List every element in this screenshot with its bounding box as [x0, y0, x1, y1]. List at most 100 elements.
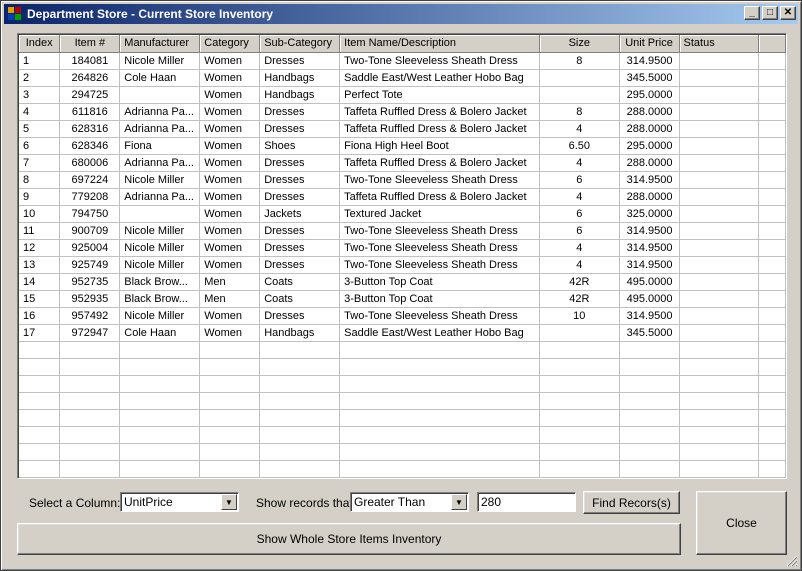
table-cell[interactable]: 314.9500 [619, 171, 680, 189]
table-cell[interactable]: 8 [539, 103, 620, 121]
column-header[interactable]: Category [199, 35, 261, 53]
table-cell[interactable]: Saddle East/West Leather Hobo Bag [339, 69, 541, 87]
table-cell[interactable] [758, 222, 786, 240]
table-row[interactable]: 17 972947 Cole Haan Women Handbags Saddle Eas… [19, 324, 786, 342]
table-cell[interactable]: 10 [539, 307, 620, 325]
table-cell[interactable]: 295.0000 [619, 137, 680, 155]
table-cell[interactable]: 10 [19, 205, 61, 223]
table-cell[interactable]: Women [199, 188, 261, 206]
operator-select[interactable]: Greater Than ▼ [350, 492, 469, 512]
column-header[interactable]: Sub-Category [259, 35, 341, 53]
table-cell[interactable]: 495.0000 [619, 273, 680, 291]
table-cell[interactable]: 495.0000 [619, 290, 680, 308]
table-row[interactable]: 15 952935 Black Brow... Men Coats 3-Button To… [19, 290, 786, 308]
table-cell[interactable] [679, 171, 760, 189]
table-cell[interactable]: Two-Tone Sleeveless Sheath Dress [339, 239, 541, 257]
table-cell[interactable]: 345.5000 [619, 69, 680, 87]
table-cell[interactable]: 42R [539, 273, 620, 291]
table-cell[interactable]: Women [199, 137, 261, 155]
table-cell[interactable]: Women [199, 307, 261, 325]
table-row[interactable]: 11 900709 Nicole Miller Women Dresses Two-Ton… [19, 222, 786, 240]
table-cell[interactable]: 295.0000 [619, 86, 680, 104]
table-row[interactable]: 9 779208 Adrianna Pa... Women Dresses Taffeta… [19, 188, 786, 206]
table-cell[interactable] [758, 290, 786, 308]
table-cell[interactable]: Taffeta Ruffled Dress & Bolero Jacket [339, 154, 541, 172]
table-cell[interactable]: 6 [539, 222, 620, 240]
table-cell[interactable]: Coats [259, 273, 341, 291]
table-cell[interactable] [539, 69, 620, 87]
table-row[interactable]: 2 264826 Cole Haan Women Handbags Saddle East… [19, 69, 786, 87]
table-cell[interactable]: Dresses [259, 52, 341, 70]
resize-grip-icon[interactable] [786, 555, 798, 567]
table-cell[interactable] [758, 120, 786, 138]
table-cell[interactable]: Dresses [259, 222, 341, 240]
table-cell[interactable]: Nicole Miller [119, 52, 201, 70]
table-cell[interactable]: Nicole Miller [119, 171, 201, 189]
table-cell[interactable]: 184081 [59, 52, 121, 70]
table-cell[interactable]: Women [199, 205, 261, 223]
table-cell[interactable]: 4 [19, 103, 61, 121]
table-cell[interactable]: 325.0000 [619, 205, 680, 223]
table-cell[interactable]: 12 [19, 239, 61, 257]
table-cell[interactable]: Adrianna Pa... [119, 120, 201, 138]
table-row[interactable]: 8 697224 Nicole Miller Women Dresses Two-Tone… [19, 171, 786, 189]
table-cell[interactable]: 794750 [59, 205, 121, 223]
table-cell[interactable]: Men [199, 273, 261, 291]
table-row[interactable]: 6 628346 Fiona Women Shoes Fiona High Heel Bo… [19, 137, 786, 155]
table-cell[interactable]: 8 [19, 171, 61, 189]
table-row[interactable]: 12 925004 Nicole Miller Women Dresses Two-Ton… [19, 239, 786, 257]
table-cell[interactable]: 779208 [59, 188, 121, 206]
table-cell[interactable]: 4 [539, 188, 620, 206]
column-header[interactable]: Status [679, 35, 760, 53]
table-cell[interactable]: Women [199, 239, 261, 257]
table-cell[interactable]: Two-Tone Sleeveless Sheath Dress [339, 52, 541, 70]
column-header[interactable]: Item Name/Description [339, 35, 541, 53]
table-cell[interactable]: 4 [539, 256, 620, 274]
table-cell[interactable] [758, 137, 786, 155]
table-cell[interactable]: Women [199, 69, 261, 87]
table-cell[interactable]: Two-Tone Sleeveless Sheath Dress [339, 256, 541, 274]
table-cell[interactable]: 611816 [59, 103, 121, 121]
table-cell[interactable]: Two-Tone Sleeveless Sheath Dress [339, 222, 541, 240]
table-cell[interactable]: Nicole Miller [119, 239, 201, 257]
table-cell[interactable]: Taffeta Ruffled Dress & Bolero Jacket [339, 103, 541, 121]
show-all-inventory-button[interactable]: Show Whole Store Items Inventory [17, 523, 681, 555]
table-cell[interactable]: 900709 [59, 222, 121, 240]
table-cell[interactable] [679, 103, 760, 121]
table-cell[interactable]: Fiona High Heel Boot [339, 137, 541, 155]
table-cell[interactable]: 925749 [59, 256, 121, 274]
inventory-grid[interactable]: Index Item # Manufacturer Category Sub-Categ… [17, 33, 787, 479]
table-cell[interactable]: 264826 [59, 69, 121, 87]
table-cell[interactable]: 15 [19, 290, 61, 308]
table-cell[interactable]: Women [199, 222, 261, 240]
table-cell[interactable] [679, 120, 760, 138]
criteria-input[interactable]: 280 [477, 492, 576, 512]
table-cell[interactable]: 11 [19, 222, 61, 240]
table-cell[interactable] [679, 69, 760, 87]
maximize-button[interactable]: □ [762, 6, 778, 20]
table-cell[interactable] [539, 324, 620, 342]
table-row[interactable]: 5 628316 Adrianna Pa... Women Dresses Taffeta… [19, 120, 786, 138]
table-cell[interactable]: 952935 [59, 290, 121, 308]
table-cell[interactable]: Dresses [259, 154, 341, 172]
table-cell[interactable]: Cole Haan [119, 69, 201, 87]
table-cell[interactable]: 6 [539, 171, 620, 189]
column-select[interactable]: UnitPrice ▼ [120, 492, 239, 512]
table-cell[interactable]: Women [199, 120, 261, 138]
table-cell[interactable] [679, 324, 760, 342]
table-cell[interactable]: Dresses [259, 239, 341, 257]
table-cell[interactable]: 4 [539, 239, 620, 257]
table-cell[interactable]: 314.9500 [619, 256, 680, 274]
table-cell[interactable] [679, 256, 760, 274]
table-cell[interactable]: 3-Button Top Coat [339, 273, 541, 291]
table-cell[interactable] [679, 205, 760, 223]
table-cell[interactable] [758, 205, 786, 223]
table-cell[interactable] [119, 86, 201, 104]
table-cell[interactable]: 16 [19, 307, 61, 325]
table-cell[interactable]: 697224 [59, 171, 121, 189]
table-row[interactable]: 10 794750 Women Jackets Textured Jacket 6 325.… [19, 205, 786, 223]
table-cell[interactable]: 925004 [59, 239, 121, 257]
table-cell[interactable]: 6 [19, 137, 61, 155]
table-cell[interactable]: Black Brow... [119, 290, 201, 308]
table-cell[interactable]: Fiona [119, 137, 201, 155]
